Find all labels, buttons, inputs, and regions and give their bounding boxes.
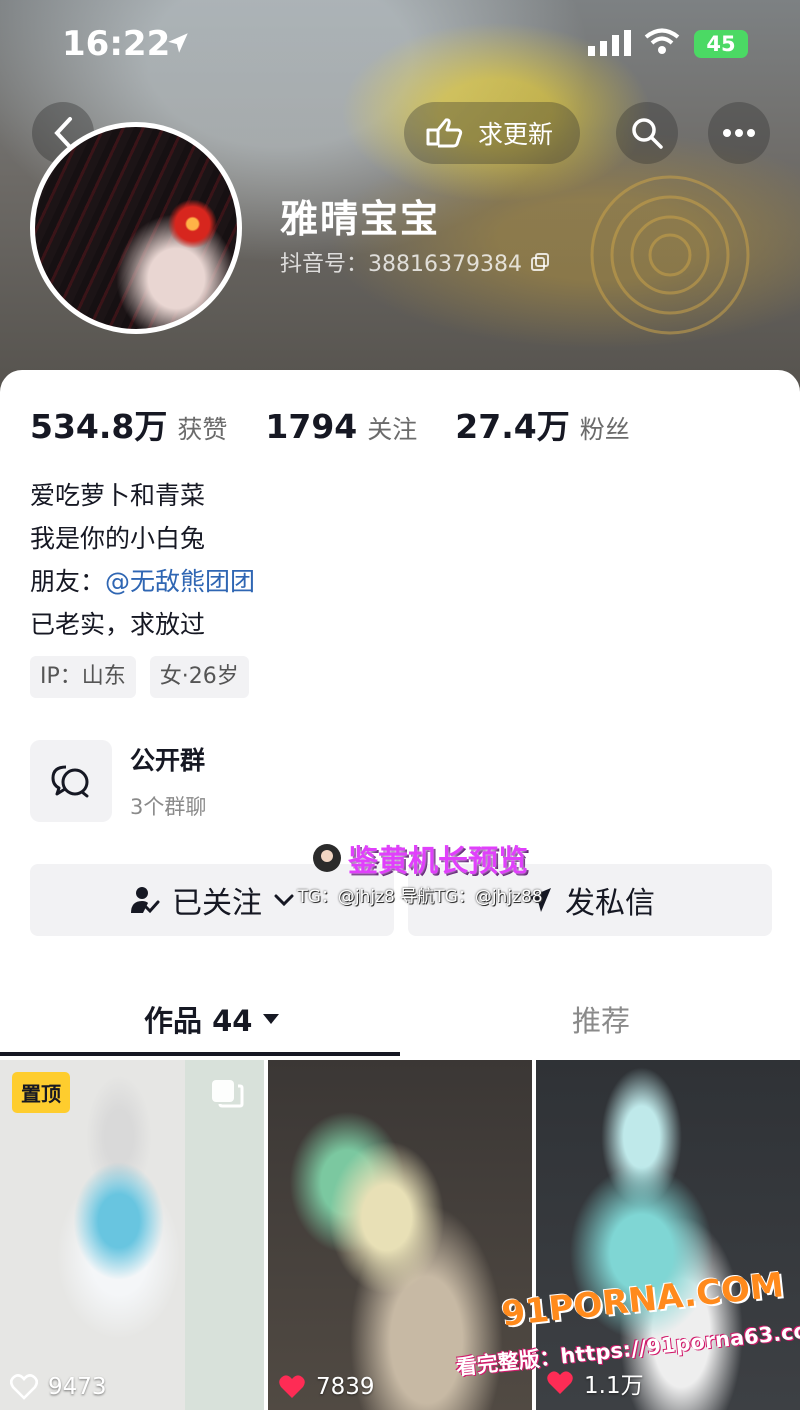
tab-recommend[interactable]: 推荐	[572, 998, 630, 1040]
active-tab-indicator	[0, 1052, 400, 1056]
profile-nickname: 雅晴宝宝	[280, 197, 441, 241]
content-tabs: 作品 44 推荐	[0, 988, 800, 1056]
request-update-button[interactable]: 求更新	[404, 102, 580, 164]
douyin-id: 抖音号：38816379384	[280, 246, 550, 278]
caret-down-icon	[263, 1014, 280, 1024]
gender-age-tag: 女·26岁	[149, 656, 249, 698]
heart-outline-icon	[10, 1374, 38, 1400]
request-update-label: 求更新	[478, 120, 554, 149]
bio-line: 我是你的小白兔	[30, 524, 206, 553]
profile-bio: 爱吃萝卜和青菜 我是你的小白兔 朋友：@无敌熊团团 已老实，求放过	[30, 474, 255, 646]
more-dots-icon	[723, 129, 755, 137]
stat-value: 27.4万	[455, 407, 570, 446]
bio-line: 已老实，求放过	[30, 610, 206, 639]
like-count: 7839	[278, 1374, 375, 1400]
profile-card: 534.8万 获赞 1794 关注 27.4万 粉丝 爱吃萝卜和青菜 我是你的小…	[0, 370, 800, 1410]
battery-level: 45	[706, 32, 736, 56]
heart-filled-icon	[279, 1375, 305, 1398]
following-label: 已关注	[172, 886, 262, 921]
group-title: 公开群	[130, 746, 206, 775]
watermark-overlay-top: 鉴黄机长预览 TG：@jhjz8 导航TG：@jhjz88	[270, 836, 570, 907]
status-time: 16:22	[62, 24, 171, 64]
hand-point-icon	[426, 118, 463, 148]
pinned-badge: 置顶	[12, 1072, 70, 1113]
search-button[interactable]	[616, 102, 678, 164]
like-count: 1.1万	[546, 1366, 644, 1400]
profile-banner: 16:22 45 求更新 雅晴宝宝 抖音号：38816379384	[0, 0, 800, 400]
user-check-icon	[131, 887, 160, 914]
video-thumbnail[interactable]: 置顶 9473	[0, 1060, 264, 1410]
stat-label: 粉丝	[579, 415, 630, 444]
heart-filled-icon	[547, 1371, 573, 1394]
bio-friends-prefix: 朋友：	[30, 567, 106, 596]
group-subtitle: 3个群聊	[130, 795, 207, 819]
stat-value: 534.8万	[30, 407, 168, 446]
stat-following[interactable]: 1794 关注	[265, 407, 417, 446]
douyin-id-text: 抖音号：38816379384	[280, 252, 522, 277]
like-count-value: 9473	[48, 1374, 107, 1400]
tab-works[interactable]: 作品 44	[144, 998, 280, 1040]
wifi-icon	[644, 28, 680, 54]
chat-bubbles-icon	[51, 765, 89, 798]
profile-tags: IP：山东 女·26岁	[30, 656, 249, 698]
bio-line: 爱吃萝卜和青菜	[30, 481, 206, 510]
like-count-value: 7839	[316, 1374, 375, 1400]
like-count: 9473	[10, 1374, 107, 1400]
public-group-entry[interactable]: 公开群 3个群聊	[30, 740, 206, 822]
location-arrow-icon	[168, 33, 188, 53]
more-options-button[interactable]	[708, 102, 770, 164]
search-icon	[632, 118, 663, 149]
stat-value: 1794	[265, 407, 358, 446]
stat-followers[interactable]: 27.4万 粉丝	[455, 400, 629, 448]
ip-location-tag: IP：山东	[30, 656, 136, 698]
battery-indicator: 45	[694, 30, 748, 58]
watermark-avatar-icon	[313, 844, 341, 872]
multi-image-icon	[212, 1080, 244, 1108]
stat-label: 关注	[367, 415, 418, 444]
avatar[interactable]	[30, 122, 242, 334]
like-count-value: 1.1万	[584, 1373, 644, 1399]
watermark-title-text: 鉴黄机长预览	[348, 844, 528, 879]
stat-label: 获赞	[177, 415, 228, 444]
bio-friends-line: 朋友：@无敌熊团团	[30, 560, 255, 603]
tab-works-label: 作品 44	[144, 1004, 253, 1038]
send-message-label: 发私信	[565, 886, 655, 921]
friend-mention-link[interactable]: @无敌熊团团	[105, 567, 255, 596]
group-icon-box	[30, 740, 112, 822]
banner-decoration	[590, 175, 750, 335]
cellular-signal-icon	[588, 30, 631, 56]
copy-icon[interactable]	[530, 252, 550, 272]
watermark-subtitle: TG：@jhjz8 导航TG：@jhjz88	[297, 887, 543, 907]
profile-stats: 534.8万 获赞 1794 关注 27.4万 粉丝	[30, 400, 668, 448]
status-bar: 16:22 45	[0, 0, 800, 90]
stat-likes[interactable]: 534.8万 获赞	[30, 400, 227, 448]
watermark-title: 鉴黄机长预览	[312, 836, 528, 880]
group-text: 公开群 3个群聊	[130, 741, 206, 821]
